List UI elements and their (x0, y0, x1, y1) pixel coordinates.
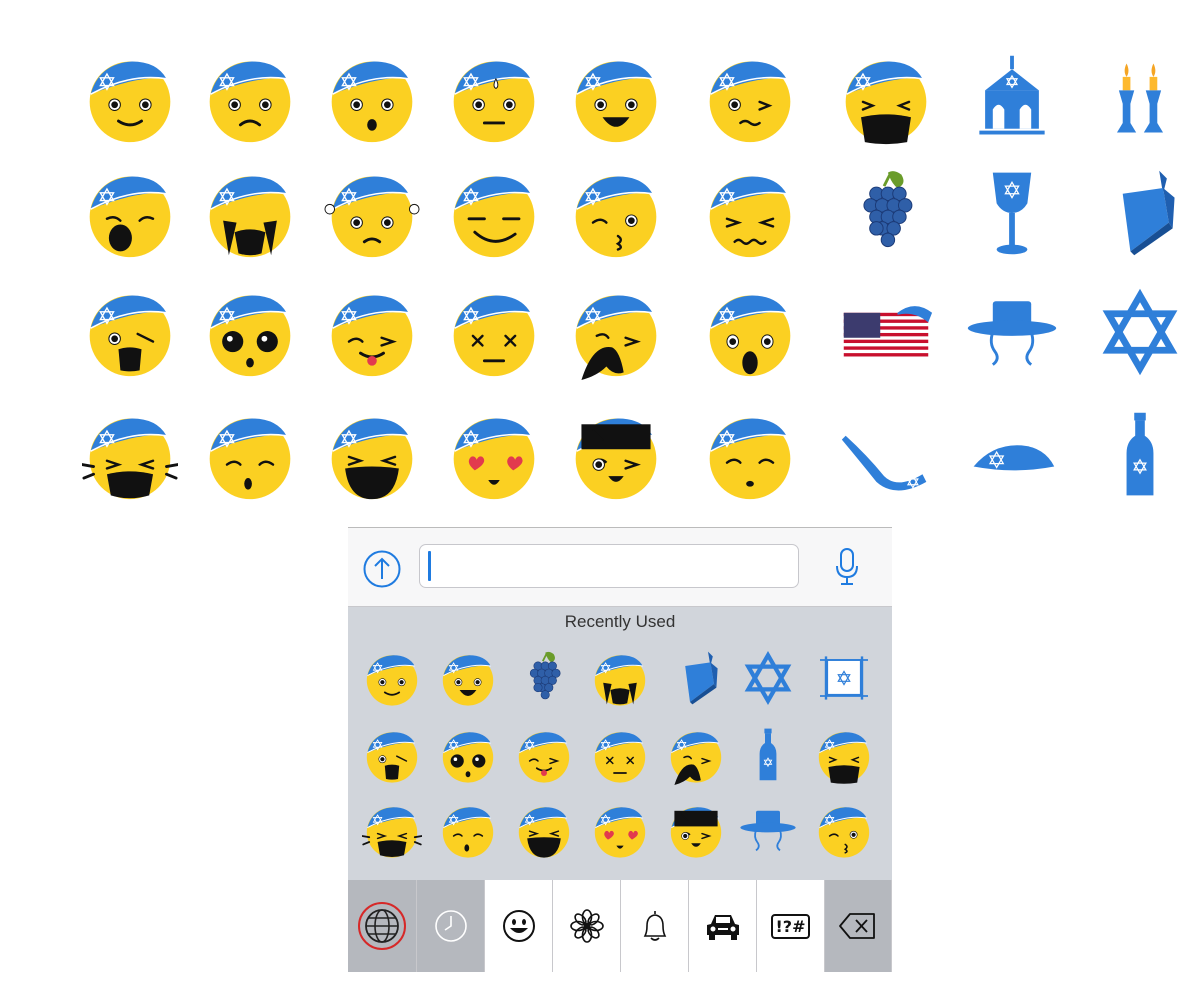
kippah-emoji-sunglasses (568, 407, 664, 503)
kippah-emoji-smile (82, 50, 178, 146)
bell-icon (637, 908, 673, 944)
bell-button[interactable] (621, 880, 689, 972)
kippah-emoji-grimace (702, 50, 798, 146)
text-caret (428, 551, 431, 581)
microphone-icon[interactable] (834, 546, 860, 588)
american-flag-kippah-icon (838, 284, 934, 380)
recent-kippah-emoji-sunglasses[interactable] (666, 800, 726, 860)
kippah-emoji-frown (202, 50, 298, 146)
kippah-emoji-blush (702, 407, 798, 503)
smiley-button[interactable] (485, 880, 553, 972)
backspace-button[interactable] (825, 880, 892, 972)
kippah-emoji-grin (568, 50, 664, 146)
kippah-emoji-shocked (82, 284, 178, 380)
recent-kippah-emoji-dizzy-eyes[interactable] (438, 725, 498, 785)
keyboard-category-toolbar: !?# (348, 880, 892, 972)
recent-dreidel-icon[interactable] (666, 648, 726, 708)
recent-kippah-emoji-sobbing[interactable] (590, 648, 650, 708)
car-button[interactable] (689, 880, 757, 972)
shofar-icon (838, 407, 934, 503)
kippah-emoji-heart-eyes (446, 407, 542, 503)
recent-kippah-emoji-kiss-wink[interactable] (814, 800, 874, 860)
kippah-icon (964, 407, 1060, 503)
kippah-emoji-smirk (446, 165, 542, 261)
shabbat-candles-icon (1092, 50, 1188, 146)
backspace-icon (838, 911, 878, 941)
recent-kippah-emoji-shocked[interactable] (362, 725, 422, 785)
globe-icon (356, 900, 408, 952)
symbols-button[interactable]: !?# (757, 880, 825, 972)
message-text-field[interactable] (419, 544, 799, 588)
flower-button[interactable] (553, 880, 621, 972)
kippah-emoji-crying-loud (838, 50, 934, 146)
kippah-emoji-whistle (202, 407, 298, 503)
kippah-emoji-squint-wavy (702, 165, 798, 261)
recent-clock-icon (433, 908, 469, 944)
recent-kippah-emoji-tongue-wink[interactable] (514, 725, 574, 785)
smiley-icon (501, 908, 537, 944)
hasidic-hat-icon (964, 284, 1060, 380)
kippah-emoji-laugh-tears (82, 407, 178, 503)
emoji-keyboard: Recently Used !?# (348, 527, 892, 972)
recent-kippah-emoji-whistle[interactable] (438, 800, 498, 860)
symbols-label: !?# (770, 913, 811, 939)
kippah-emoji-dizzy-eyes (202, 284, 298, 380)
send-up-icon[interactable] (362, 549, 402, 589)
recent-torah-scroll-icon[interactable] (814, 648, 874, 708)
recent-kippah-emoji-heart-eyes[interactable] (590, 800, 650, 860)
recent-star-of-david-icon[interactable] (738, 648, 798, 708)
grapes-icon (838, 165, 934, 261)
recent-kippah-emoji-mustache[interactable] (666, 725, 726, 785)
kippah-emoji-sweat (446, 50, 542, 146)
kippah-emoji-steaming (324, 165, 420, 261)
recent-kippah-emoji-crying-loud[interactable] (814, 725, 874, 785)
recent-grapes-icon[interactable] (514, 648, 574, 708)
recently-used-title: Recently Used (564, 612, 676, 631)
recent-wine-bottle-icon[interactable] (738, 725, 798, 785)
wine-bottle-icon (1092, 407, 1188, 503)
kippah-emoji-gasp (702, 284, 798, 380)
star-of-david-icon (1092, 284, 1188, 380)
recent-kippah-emoji-dead-eyes[interactable] (590, 725, 650, 785)
kiddush-cup-icon (964, 165, 1060, 261)
dreidel-icon (1092, 165, 1188, 261)
recent-kippah-emoji-smile[interactable] (362, 648, 422, 708)
recent-hasidic-hat-icon[interactable] (738, 800, 798, 860)
flower-icon (569, 908, 605, 944)
recent-kippah-emoji-laugh-tears[interactable] (362, 800, 422, 860)
kippah-emoji-kiss-wink (568, 165, 664, 261)
kippah-emoji-yawn (82, 165, 178, 261)
kippah-emoji-sobbing (202, 165, 298, 261)
kippah-emoji-big-laugh (324, 407, 420, 503)
recent-kippah-emoji-grin[interactable] (438, 648, 498, 708)
globe-button[interactable] (348, 880, 417, 972)
kippah-emoji-tongue-wink (324, 284, 420, 380)
kippah-emoji-surprised (324, 50, 420, 146)
kippah-emoji-dead-eyes (446, 284, 542, 380)
synagogue-icon (964, 50, 1060, 146)
recent-kippah-emoji-big-laugh[interactable] (514, 800, 574, 860)
message-input-bar (348, 528, 892, 607)
car-icon (703, 908, 743, 944)
recent-clock-button[interactable] (417, 880, 485, 972)
kippah-emoji-mustache (568, 284, 664, 380)
